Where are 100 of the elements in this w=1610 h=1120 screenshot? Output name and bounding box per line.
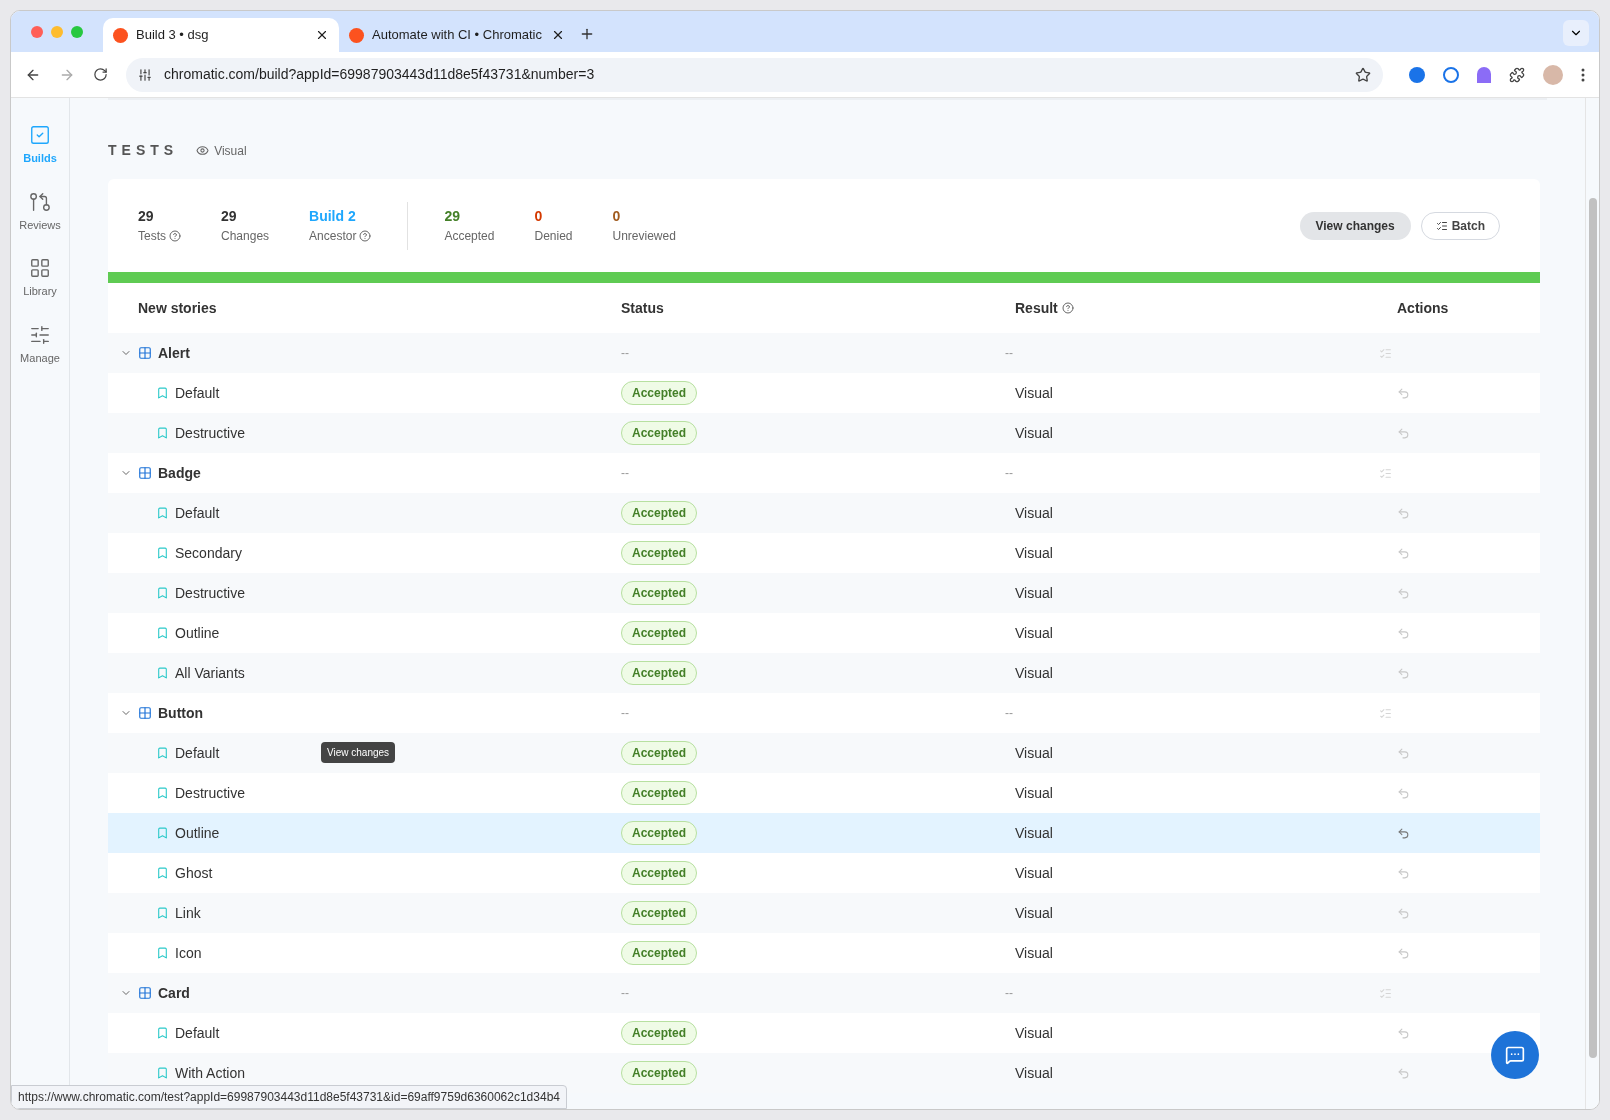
close-icon[interactable] (551, 28, 565, 42)
view-changes-button[interactable]: View changes (1299, 211, 1411, 240)
story-icon (156, 1066, 169, 1080)
story-name[interactable]: Secondary (175, 542, 242, 564)
story-name[interactable]: Ghost (175, 862, 213, 884)
status-text: -- (621, 465, 629, 482)
batch-review-icon[interactable] (1379, 466, 1392, 480)
story-name[interactable]: Default (175, 382, 220, 404)
close-window-icon[interactable] (31, 25, 43, 38)
undo-icon[interactable] (1397, 586, 1410, 600)
undo-icon[interactable] (1397, 746, 1410, 760)
story-row[interactable]: Default View changes Accepted Visual (108, 733, 1540, 773)
new-tab-icon[interactable] (579, 26, 595, 42)
browser-tab[interactable]: Automate with CI • Chromatic (339, 18, 575, 52)
story-row[interactable]: All Variants Accepted Visual (108, 653, 1540, 693)
column-header: Result (1015, 298, 1058, 318)
tab-menu-button[interactable] (1563, 20, 1589, 46)
tooltip: View changes (321, 742, 396, 763)
story-row[interactable]: With Action Accepted Visual (108, 1053, 1540, 1093)
result-text: Visual (1015, 543, 1054, 563)
browser-tab[interactable]: Build 3 • dsg (103, 18, 339, 52)
batch-review-icon[interactable] (1379, 346, 1392, 360)
undo-icon[interactable] (1397, 1066, 1410, 1080)
component-icon (138, 706, 152, 720)
undo-icon[interactable] (1397, 906, 1410, 920)
help-icon[interactable] (359, 230, 372, 242)
address-bar[interactable]: chromatic.com/build?appId=69987903443d11d8e5f43731&number=3 (126, 57, 1383, 92)
extension-icon[interactable] (1409, 66, 1425, 83)
stat-value: 29 (221, 207, 238, 226)
sidebar-item[interactable]: Reviews (19, 190, 61, 233)
chat-icon (1505, 1045, 1525, 1065)
menu-icon[interactable] (1581, 67, 1585, 82)
checklist-icon (1435, 219, 1448, 232)
help-icon[interactable] (169, 230, 181, 242)
story-name[interactable]: Destructive (175, 782, 246, 804)
extensions-icon[interactable] (1509, 66, 1525, 83)
story-icon (156, 426, 169, 440)
undo-icon[interactable] (1397, 826, 1410, 840)
stat-label: Changes (221, 228, 270, 245)
undo-icon[interactable] (1397, 1026, 1410, 1040)
story-name[interactable]: Outline (175, 622, 220, 644)
story-icon (156, 666, 169, 680)
reload-icon[interactable] (93, 67, 108, 82)
status-badge: Accepted (621, 541, 698, 565)
undo-icon[interactable] (1397, 386, 1410, 400)
group-name[interactable]: Alert (158, 342, 190, 364)
undo-icon[interactable] (1397, 506, 1410, 520)
story-row[interactable]: Default Accepted Visual (108, 493, 1540, 533)
help-icon[interactable] (1061, 302, 1074, 314)
bookmark-star-icon[interactable] (1355, 66, 1371, 83)
story-row[interactable]: Link Accepted Visual (108, 893, 1540, 933)
site-settings-icon[interactable] (138, 67, 152, 82)
story-name[interactable]: Default (175, 1022, 220, 1044)
profile-avatar[interactable] (1543, 64, 1563, 85)
scrollbar[interactable] (1585, 98, 1599, 1109)
result-text: Visual (1015, 383, 1054, 403)
story-name[interactable]: Default (175, 502, 220, 524)
group-name[interactable]: Badge (158, 462, 201, 484)
undo-icon[interactable] (1397, 666, 1410, 680)
story-row[interactable]: Destructive Accepted Visual (108, 413, 1540, 453)
group-name[interactable]: Card (158, 982, 190, 1004)
undo-icon[interactable] (1397, 946, 1410, 960)
story-name[interactable]: Destructive (175, 582, 246, 604)
story-name[interactable]: All Variants (175, 662, 245, 684)
extension-icon[interactable] (1443, 66, 1459, 83)
result-text: Visual (1015, 1023, 1054, 1043)
maximize-window-icon[interactable] (71, 25, 83, 38)
result-text: Visual (1015, 1063, 1054, 1083)
close-icon[interactable] (315, 28, 329, 42)
minimize-window-icon[interactable] (51, 25, 63, 38)
status-badge: Accepted (621, 621, 698, 645)
batch-review-icon[interactable] (1379, 986, 1392, 1000)
undo-icon[interactable] (1397, 786, 1410, 800)
story-row[interactable]: Destructive Accepted Visual (108, 573, 1540, 613)
story-name[interactable]: Icon (175, 942, 202, 964)
story-name[interactable]: Link (175, 902, 201, 924)
status-badge: Accepted (621, 941, 698, 965)
story-icon (156, 626, 169, 640)
story-name[interactable]: With Action (175, 1062, 246, 1084)
stat-label: Denied (534, 228, 573, 245)
stat-label: Tests (138, 228, 166, 245)
nav-icon (29, 124, 51, 146)
nav-icon (29, 190, 51, 213)
url-text: chromatic.com/build?appId=69987903443d11d8e5f43731&number=3 (164, 65, 596, 84)
status-text: -- (621, 705, 629, 722)
story-name[interactable]: Default (175, 742, 220, 764)
result-text: Visual (1015, 503, 1054, 523)
story-row[interactable]: Outline Accepted Visual (108, 813, 1540, 853)
result-text: Visual (1015, 863, 1054, 883)
undo-icon[interactable] (1397, 866, 1410, 880)
story-name[interactable]: Outline (175, 822, 220, 844)
undo-icon[interactable] (1397, 546, 1410, 560)
sidebar-item[interactable]: Library (23, 257, 57, 300)
story-name[interactable]: Destructive (175, 422, 246, 444)
extension-icon[interactable] (1477, 66, 1491, 83)
batch-review-icon[interactable] (1379, 706, 1392, 720)
sidebar-item[interactable]: Manage (20, 323, 60, 366)
undo-icon[interactable] (1397, 426, 1410, 440)
group-name[interactable]: Button (158, 702, 204, 724)
undo-icon[interactable] (1397, 626, 1410, 640)
